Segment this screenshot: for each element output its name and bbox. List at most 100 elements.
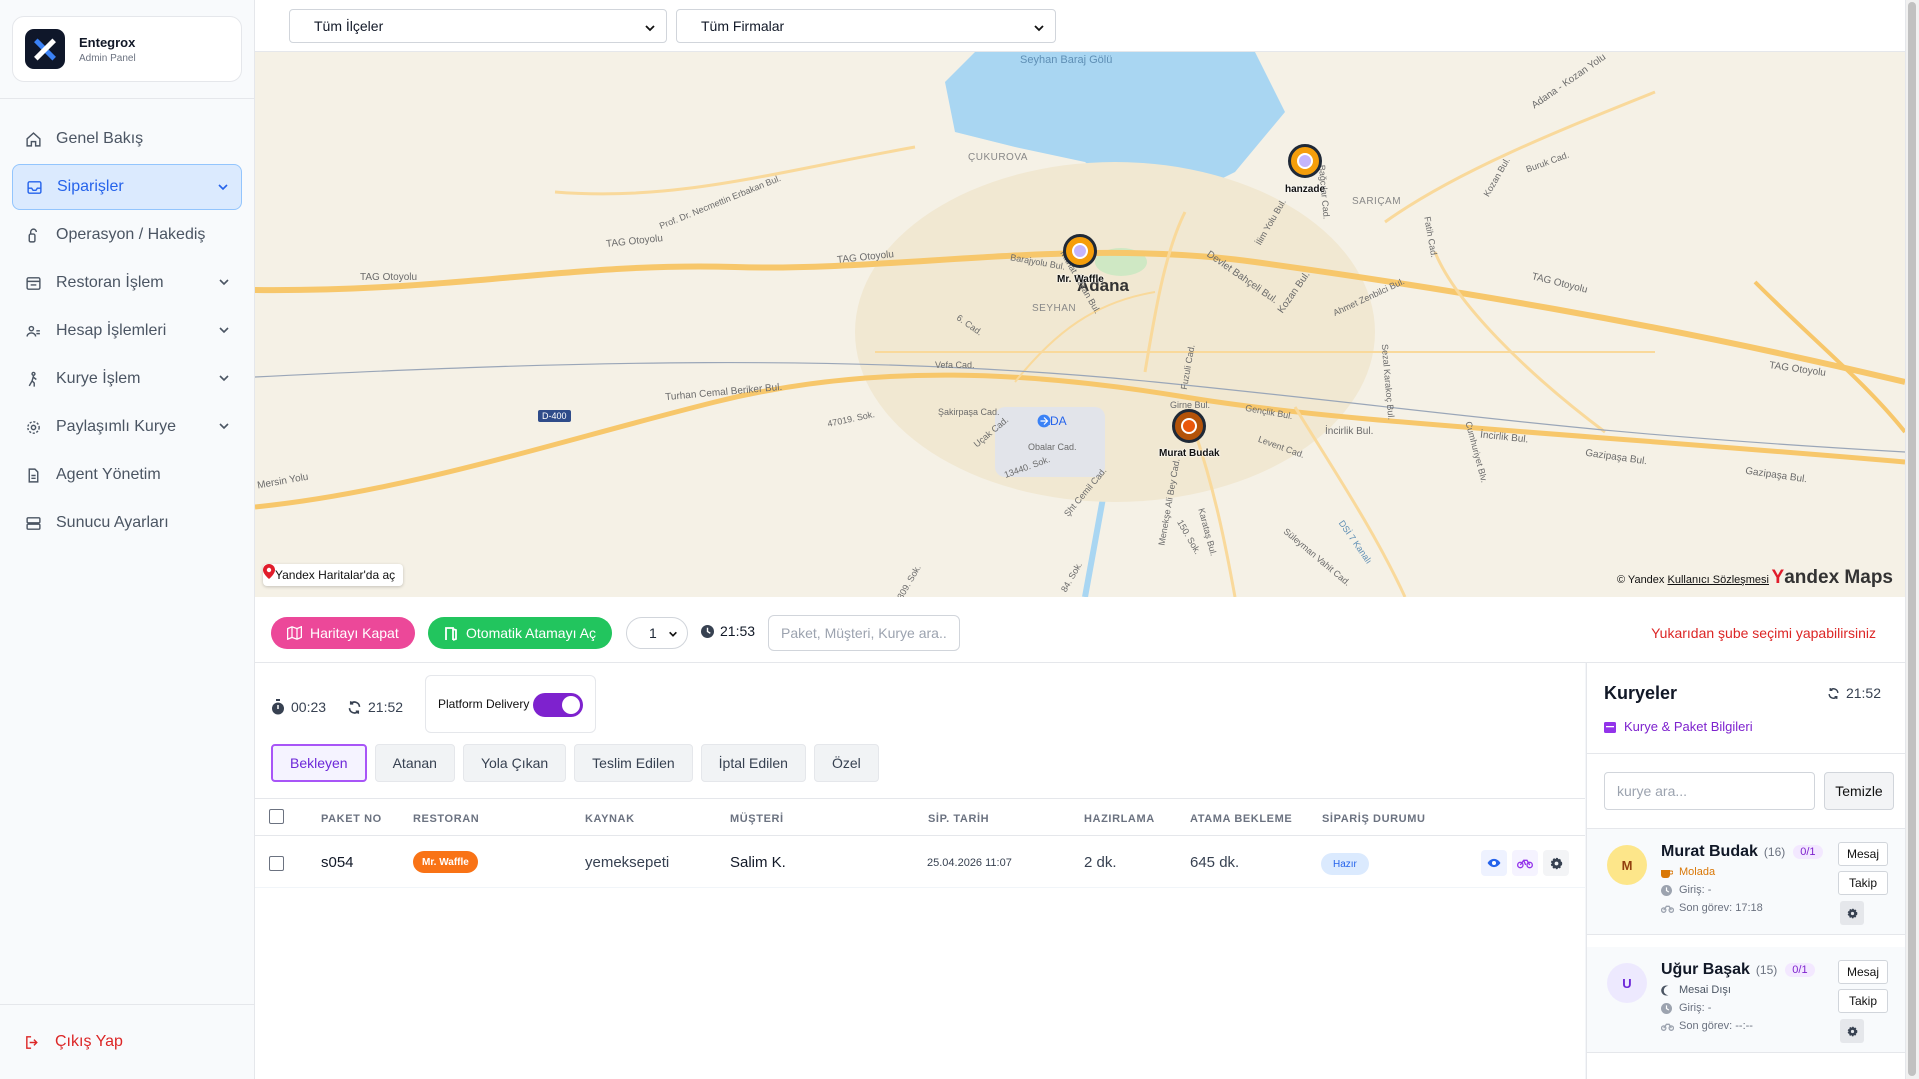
eye-icon <box>1487 858 1501 868</box>
scrollbar-thumb[interactable] <box>1908 2 1916 1076</box>
district-select[interactable]: Tüm İlçeler <box>289 9 667 43</box>
count-select[interactable]: 1 <box>626 617 688 649</box>
map-district-label: ÇUKUROVA <box>968 152 1028 163</box>
courier-settings-button[interactable] <box>1840 901 1864 925</box>
order-search-placeholder: Paket, Müşteri, Kurye ara.. <box>781 625 947 641</box>
table-row[interactable]: s054 Mr. Waffle yemeksepeti Salim K. 25.… <box>255 836 1585 888</box>
couriers-refresh[interactable]: 21:52 <box>1827 685 1881 701</box>
brand-name: Entegrox <box>79 34 136 50</box>
courier-search-placeholder: kurye ara... <box>1617 783 1688 799</box>
open-in-yandex-link[interactable]: Yandex Haritalar'da aç <box>263 564 404 586</box>
tab-pending[interactable]: Bekleyen <box>271 744 367 782</box>
nav-item-courier[interactable]: Kurye İşlem <box>12 356 242 402</box>
logo-text: andex Maps <box>1784 567 1893 588</box>
nav-item-overview[interactable]: Genel Bakış <box>12 116 242 162</box>
map-view[interactable]: Seyhan Baraj Gölü ÇUKUROVA SARIÇAM SEYHA… <box>255 52 1905 597</box>
chevron-down-icon <box>668 629 678 639</box>
tab-assigned[interactable]: Atanan <box>374 744 455 782</box>
bicycle-icon <box>1517 857 1533 869</box>
clear-button[interactable]: Temizle <box>1824 772 1894 810</box>
courier-settings-button[interactable] <box>1840 1019 1864 1043</box>
map-road-label: İncirlik Bul. <box>1325 426 1374 437</box>
column-header[interactable]: SİPARİŞ DURUMU <box>1322 813 1426 825</box>
nav-item-orders[interactable]: Siparişler <box>12 164 242 210</box>
last-refresh-value: 21:52 <box>368 699 404 715</box>
source: yemeksepeti <box>585 854 670 871</box>
chevron-down-icon <box>218 275 230 293</box>
column-header[interactable]: KAYNAK <box>585 813 635 825</box>
map-road-label: Şakirpaşa Cad. <box>938 407 1000 417</box>
map-canvas <box>255 52 1905 597</box>
close-map-button[interactable]: Haritayı Kapat <box>271 617 415 649</box>
nav-label: Siparişler <box>57 178 124 195</box>
logout-button[interactable]: Çıkış Yap <box>12 1022 123 1062</box>
brand-card[interactable]: Entegrox Admin Panel <box>12 16 242 82</box>
assign-courier-button[interactable] <box>1512 850 1538 876</box>
courier-login: Giriş: - <box>1661 1002 1711 1014</box>
column-header[interactable]: RESTORAN <box>413 813 479 825</box>
toggle-switch[interactable] <box>533 693 583 717</box>
courier-last-task: Son görev: 17:18 <box>1661 902 1763 914</box>
calendar-icon <box>1604 721 1616 733</box>
nav-label: Restoran İşlem <box>56 274 164 291</box>
message-button[interactable]: Mesaj <box>1838 842 1888 866</box>
nav-label: Sunucu Ayarları <box>56 514 169 531</box>
close-map-label: Haritayı Kapat <box>310 625 399 641</box>
row-checkbox[interactable] <box>269 856 284 871</box>
column-header[interactable]: SİP. TARİH <box>928 813 989 825</box>
platform-delivery-toggle[interactable]: Platform Delivery <box>425 675 596 733</box>
track-button[interactable]: Takip <box>1838 989 1888 1013</box>
courier-count: (15) <box>1755 963 1778 977</box>
yandex-maps-logo: Yandex Maps <box>1772 567 1893 589</box>
column-header[interactable]: MÜŞTERİ <box>730 813 784 825</box>
track-button[interactable]: Takip <box>1838 871 1888 895</box>
nav-item-accounts[interactable]: Hesap İşlemleri <box>12 308 242 354</box>
tab-delivered[interactable]: Teslim Edilen <box>574 744 693 782</box>
restaurant-marker[interactable] <box>1288 144 1322 178</box>
nav-divider <box>0 98 255 99</box>
view-order-button[interactable] <box>1481 850 1507 876</box>
marker-label: Mr. Waffle <box>1057 274 1104 285</box>
select-all-checkbox[interactable] <box>269 809 284 824</box>
marker-label: Murat Budak <box>1159 448 1220 459</box>
order-settings-button[interactable] <box>1543 850 1569 876</box>
courier-name-row: Uğur Başak (15) 0/1 <box>1661 961 1815 979</box>
courier-info-link[interactable]: Kurye & Paket Bilgileri <box>1604 719 1753 734</box>
nav-item-server[interactable]: Sunucu Ayarları <box>12 500 242 546</box>
tab-cancelled[interactable]: İptal Edilen <box>700 744 806 782</box>
courier-name: Murat Budak <box>1661 843 1758 860</box>
bicycle-icon <box>1661 1022 1675 1031</box>
auto-assign-button[interactable]: Otomatik Atamayı Aç <box>428 617 612 649</box>
map-district-label: SARIÇAM <box>1352 196 1402 207</box>
chevron-down-icon <box>218 371 230 389</box>
brand-logo <box>25 29 65 69</box>
tab-on-the-way[interactable]: Yola Çıkan <box>462 744 567 782</box>
nav-item-operations[interactable]: Operasyon / Hakediş <box>12 212 242 258</box>
open-in-yandex-label: Yandex Haritalar'da aç <box>275 568 396 582</box>
courier-card[interactable]: U Uğur Başak (15) 0/1 Mesai Dışı Giriş: … <box>1587 947 1906 1053</box>
auto-assign-label: Otomatik Atamayı Aç <box>466 625 596 641</box>
company-select[interactable]: Tüm Firmalar <box>676 9 1056 43</box>
message-button[interactable]: Mesaj <box>1838 960 1888 984</box>
column-header[interactable]: PAKET NO <box>321 813 382 825</box>
restaurant-marker[interactable] <box>1063 234 1097 268</box>
courier-search-input[interactable]: kurye ara... <box>1604 772 1815 810</box>
nav-item-agent[interactable]: Agent Yönetim <box>12 452 242 498</box>
courier-marker[interactable] <box>1172 409 1206 443</box>
last-refresh[interactable]: 21:52 <box>347 699 403 715</box>
column-header[interactable]: ATAMA BEKLEME <box>1190 813 1292 825</box>
gear-icon <box>1847 1026 1858 1037</box>
logo-letter: Y <box>1771 567 1785 588</box>
courier-login-text: Giriş: - <box>1679 884 1712 896</box>
page-scrollbar[interactable] <box>1905 0 1919 1079</box>
column-header[interactable]: HAZIRLAMA <box>1084 813 1155 825</box>
branch-hint: Yukarıdan şube seçimi yapabilirsiniz <box>1651 625 1876 641</box>
nav-item-shared-courier[interactable]: Paylaşımlı Kurye <box>12 404 242 450</box>
orders-table-header: PAKET NO RESTORAN KAYNAK MÜŞTERİ SİP. TA… <box>255 798 1585 836</box>
tab-special[interactable]: Özel <box>813 744 879 782</box>
courier-status: Molada <box>1661 866 1715 878</box>
order-search-input[interactable]: Paket, Müşteri, Kurye ara.. <box>768 615 960 651</box>
nav-item-restaurant[interactable]: Restoran İşlem <box>12 260 242 306</box>
terms-link[interactable]: Kullanıcı Sözleşmesi <box>1668 574 1770 586</box>
courier-card[interactable]: M Murat Budak (16) 0/1 Molada Giriş: - S… <box>1587 829 1906 935</box>
